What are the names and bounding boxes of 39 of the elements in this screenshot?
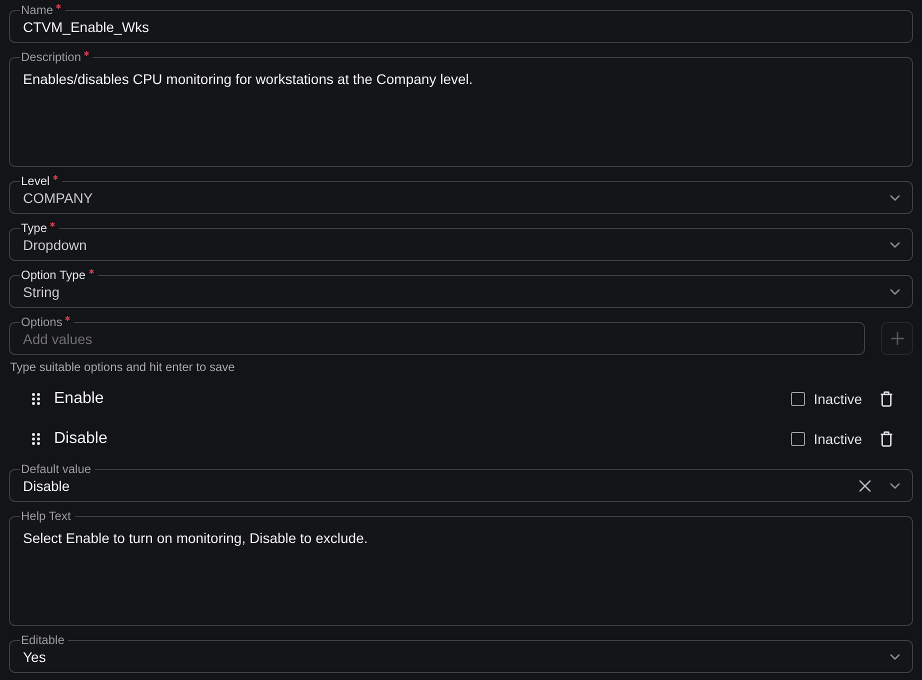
field-value: Disable [23,477,70,496]
field-value: Enables/disables CPU monitoring for workstations at the Company level. [23,70,473,89]
close-icon[interactable] [859,480,871,492]
trash-icon[interactable] [880,391,893,407]
field-value: Dropdown [23,236,87,255]
options-input[interactable]: Options Add values [9,315,865,355]
checkbox[interactable] [790,432,805,446]
text-field[interactable]: Name CTVM_Enable_Wks [9,3,913,43]
field-label: Default value [21,462,92,476]
option-label: Disable [54,429,108,449]
text-area[interactable]: Description Enables/disables CPU monitoring for workstations at the Company level. [9,50,913,167]
text-area[interactable]: Help Text Select Enable to turn on monitoring, Disable to exclude. [9,509,913,626]
field-value: Yes [23,648,46,667]
plus-icon [890,332,904,345]
field-value: Select Enable to turn on monitoring, Disable to exclude. [23,529,368,548]
select-field[interactable]: Editable Yes [9,633,913,673]
field-label: Description [21,50,82,64]
field-label: Name [21,3,54,17]
checkbox-label: Inactive [814,390,862,408]
chevron-down-icon[interactable] [890,654,900,660]
option-label: Enable [54,389,104,409]
field-value: COMPANY [23,189,93,208]
field-label: Options [21,315,62,329]
field-label: Editable [21,633,64,647]
field-label: Help Text [21,509,71,523]
field-placeholder: Add values [23,330,92,349]
select-field[interactable]: Default value Disable [9,462,913,502]
chevron-down-icon[interactable] [890,483,900,489]
field-label: Type [21,221,48,235]
field-value: CTVM_Enable_Wks [23,18,150,37]
trash-icon[interactable] [880,431,893,447]
field-label: Level [21,174,50,188]
field-hint: Type suitable options and hit enter to save [10,360,235,374]
drag-handle-icon[interactable] [32,433,40,445]
checkbox-label: Inactive [814,430,862,448]
checkbox[interactable] [790,392,805,406]
field-value: String [23,283,60,302]
field-label: Option Type [21,268,86,282]
drag-handle-icon[interactable] [32,393,40,405]
